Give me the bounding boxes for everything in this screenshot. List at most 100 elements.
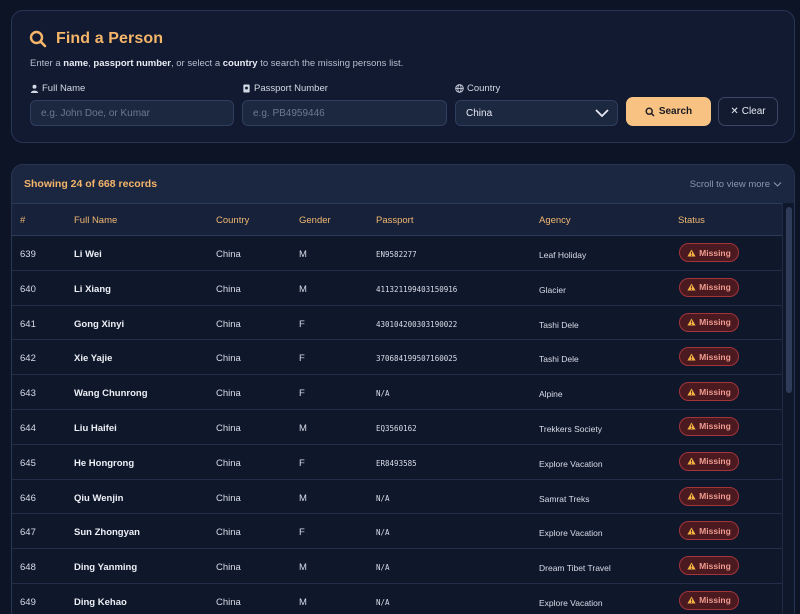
status-badge-label: Missing (699, 560, 731, 571)
status-badge: Missing (679, 486, 739, 506)
row-gender: M (299, 283, 307, 295)
row-passport: 430104200303190022 (376, 319, 458, 329)
status-badge-label: Missing (699, 421, 731, 432)
warning-icon (687, 596, 696, 605)
table-row[interactable]: 639 Li Wei China M EN9582277 Leaf Holiday Miss… (12, 236, 784, 271)
status-badge-label: Missing (699, 247, 731, 258)
warning-icon (687, 283, 696, 291)
table-row[interactable]: 640 Li Xiang China M 411321199403150916 Glaci… (12, 271, 784, 306)
row-number: 644 (20, 422, 36, 434)
column-header-gender: Gender (299, 215, 331, 226)
warning-icon (687, 318, 696, 326)
warning-icon (687, 388, 696, 396)
row-passport: N/A (376, 493, 390, 503)
status-badge-label: Missing (699, 595, 731, 606)
close-icon: ✕ (730, 106, 739, 117)
status-badge-label: Missing (699, 317, 731, 328)
row-country: China (216, 422, 241, 434)
row-gender: M (299, 249, 307, 260)
chevron-down-icon (773, 181, 782, 187)
row-agency: Glacier (539, 284, 566, 295)
row-passport: ER8493585 (376, 458, 417, 468)
row-country: China (216, 492, 241, 504)
row-agency: Tashi Dele (539, 354, 579, 365)
status-badge: Missing (679, 277, 739, 297)
column-header-agency: Agency (539, 215, 571, 226)
full-name-label: Full Name (30, 83, 85, 94)
row-gender: M (299, 596, 307, 608)
row-passport: 411321199403150916 (376, 284, 458, 294)
warning-icon (687, 457, 696, 465)
row-agency: Explore Vacation (539, 528, 603, 539)
status-badge: Missing (679, 243, 739, 262)
warning-icon (687, 562, 696, 570)
row-number: 648 (20, 562, 36, 574)
passport-number-label: Passport Number (242, 83, 328, 94)
warning-icon (687, 248, 696, 257)
row-full-name: Gong Xinyi (74, 318, 125, 330)
table-row[interactable]: 645 He Hongrong China F ER8493585 Explore Vac… (12, 445, 784, 480)
row-full-name: Liu Haifei (74, 422, 117, 434)
status-badge: Missing (679, 521, 739, 541)
search-instructions: Enter a name, passport number, or select… (30, 58, 404, 69)
row-number: 647 (20, 527, 36, 539)
row-agency: Alpine (539, 389, 563, 400)
row-number: 642 (20, 353, 36, 365)
results-panel: Showing 24 of 668 records Scroll to view… (11, 164, 795, 614)
full-name-input[interactable] (30, 100, 234, 126)
row-country: China (216, 596, 241, 608)
passport-icon (243, 84, 250, 93)
table-row[interactable]: 649 Ding Kehao China M N/A Explore Vacation Mi… (12, 584, 784, 614)
status-badge-label: Missing (699, 282, 731, 293)
page-title: Find a Person (56, 30, 164, 47)
row-agency: Explore Vacation (539, 597, 603, 608)
country-select[interactable]: China (455, 100, 618, 126)
row-gender: F (299, 457, 305, 469)
table-row[interactable]: 646 Qiu Wenjin China M N/A Samrat Treks Missin… (12, 480, 784, 515)
status-badge: Missing (679, 590, 739, 610)
status-badge: Missing (679, 312, 739, 332)
status-badge: Missing (679, 416, 739, 436)
clear-button[interactable]: ✕ Clear (718, 97, 778, 126)
row-country: China (216, 249, 241, 260)
status-badge-label: Missing (699, 386, 731, 397)
row-passport: 370684199507160025 (376, 354, 458, 364)
row-gender: M (299, 492, 307, 504)
passport-number-input[interactable] (242, 100, 447, 126)
chevron-down-icon (595, 109, 609, 118)
table-body: 639 Li Wei China M EN9582277 Leaf Holiday Miss… (12, 236, 784, 614)
status-badge-label: Missing (699, 491, 731, 502)
row-number: 640 (20, 283, 36, 295)
status-badge: Missing (679, 382, 739, 402)
row-gender: M (299, 422, 307, 434)
row-passport: EN9582277 (376, 250, 417, 259)
search-button[interactable]: Search (626, 97, 711, 126)
user-icon (30, 84, 39, 93)
column-header-country: Country (216, 215, 250, 226)
row-full-name: Qiu Wenjin (74, 492, 124, 504)
record-count: Showing 24 of 668 records (24, 178, 158, 190)
row-gender: F (299, 353, 305, 365)
scroll-hint: Scroll to view more (690, 179, 782, 190)
search-icon (645, 106, 655, 117)
status-badge: Missing (679, 451, 739, 471)
warning-icon (687, 492, 696, 500)
table-row[interactable]: 641 Gong Xinyi China F 430104200303190022 Tas… (12, 306, 784, 341)
table-row[interactable]: 648 Ding Yanming China M N/A Dream Tibet Trav… (12, 549, 784, 584)
status-badge-label: Missing (699, 456, 731, 467)
row-number: 639 (20, 249, 36, 260)
warning-icon (687, 527, 696, 535)
row-country: China (216, 388, 241, 400)
row-country: China (216, 283, 241, 295)
table-row[interactable]: 642 Xie Yajie China F 370684199507160025 Tash… (12, 340, 784, 376)
table-row[interactable]: 643 Wang Chunrong China F N/A Alpine Missing (12, 375, 784, 410)
row-gender: F (299, 318, 305, 330)
row-agency: Dream Tibet Travel (539, 563, 611, 574)
table-scrollbar[interactable] (782, 203, 794, 614)
row-passport: N/A (376, 528, 390, 538)
row-number: 646 (20, 492, 36, 504)
table-row[interactable]: 644 Liu Haifei China M EQ3560162 Trekkers Soc… (12, 410, 784, 445)
table-row[interactable]: 647 Sun Zhongyan China F N/A Explore Vacation… (12, 514, 784, 550)
row-agency: Trekkers Society (539, 423, 602, 434)
scrollbar-thumb[interactable] (786, 207, 792, 393)
